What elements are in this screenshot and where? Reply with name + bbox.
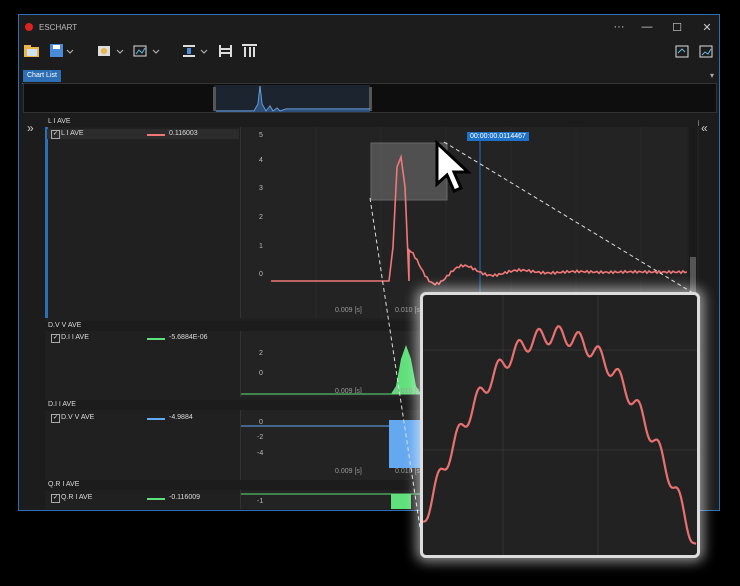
zoom-magnifier — [420, 292, 700, 558]
mouse-pointer-icon — [435, 140, 472, 193]
